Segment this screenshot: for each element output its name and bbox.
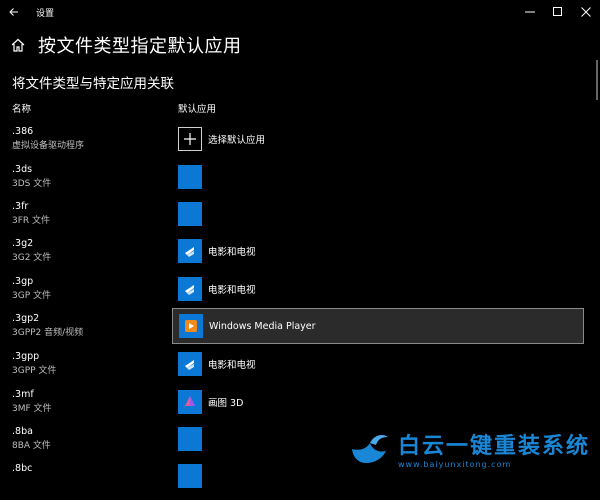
file-extension: .3gp2	[12, 313, 40, 324]
watermark-text: 白云一键重装系统	[397, 434, 590, 459]
default-app-button[interactable]	[178, 427, 202, 451]
file-extension: .3gp	[12, 276, 34, 287]
list-item: .3gpp 3GPP 文件 电影和电视	[0, 350, 600, 388]
default-app-button[interactable]: 画图 3D	[178, 390, 243, 414]
blank-app-icon	[178, 427, 202, 451]
window-title: 设置	[36, 8, 55, 19]
file-extension: .8ba	[12, 426, 33, 437]
watermark-url: www.baiyunxitong.com	[397, 460, 512, 469]
file-type-description: 3GP 文件	[12, 291, 51, 301]
file-type-description: 3GPP2 音频/视频	[12, 328, 84, 338]
column-header-default-app: 默认应用	[178, 104, 217, 115]
list-item: .386 虚拟设备驱动程序 选择默认应用	[0, 125, 600, 163]
back-arrow-icon	[9, 8, 18, 16]
movies-tv-icon	[178, 352, 202, 376]
movies-tv-icon	[178, 277, 202, 301]
app-label: Windows Media Player	[209, 320, 316, 332]
file-type-description: 3FR 文件	[12, 216, 51, 226]
file-type-description: 8BA 文件	[12, 441, 51, 451]
default-app-button[interactable]: 电影和电视	[178, 352, 256, 376]
list-item: .3fr 3FR 文件	[0, 200, 600, 238]
file-type-description: 3G2 文件	[12, 253, 52, 263]
app-label: 选择默认应用	[208, 135, 266, 146]
default-app-button[interactable]: 电影和电视	[178, 277, 256, 301]
list-item: .3gp2 3GPP2 音频/视频 Windows Media Player	[0, 308, 600, 350]
blank-app-icon	[178, 165, 202, 189]
close-icon	[581, 7, 591, 17]
file-type-description: 虚拟设备驱动程序	[12, 141, 85, 151]
list-item: .3g2 3G2 文件 电影和电视	[0, 237, 600, 275]
blank-app-icon	[178, 202, 202, 226]
default-app-button[interactable]	[178, 202, 202, 226]
file-extension: .3ds	[12, 164, 33, 175]
default-app-button-selected[interactable]: Windows Media Player	[172, 308, 584, 344]
bird-logo-icon	[351, 434, 388, 463]
minimize-icon	[525, 11, 535, 13]
file-type-description: 3GPP 文件	[12, 366, 57, 376]
file-extension: .3g2	[12, 238, 34, 249]
scrollbar[interactable]	[596, 60, 598, 100]
default-app-button[interactable]	[178, 464, 202, 488]
app-label: 画图 3D	[208, 398, 244, 409]
blank-app-icon	[178, 464, 202, 488]
file-extension: .8bc	[12, 463, 33, 474]
minimize-button[interactable]	[516, 0, 544, 24]
app-label: 电影和电视	[208, 285, 256, 296]
home-icon[interactable]	[10, 37, 26, 53]
media-player-icon	[179, 314, 203, 338]
default-app-button[interactable]: 电影和电视	[178, 239, 256, 263]
file-extension: .3mf	[12, 389, 34, 400]
paint3d-icon	[178, 390, 202, 414]
default-app-button[interactable]	[178, 165, 202, 189]
file-extension: .386	[12, 126, 34, 137]
file-extension: .3gpp	[12, 351, 40, 362]
maximize-icon	[553, 7, 562, 16]
list-item: .3mf 3MF 文件 画图 3D	[0, 388, 600, 426]
list-item: .3ds 3DS 文件	[0, 163, 600, 201]
choose-default-app-button[interactable]: 选择默认应用	[178, 127, 265, 151]
column-header-name: 名称	[12, 104, 32, 115]
maximize-button[interactable]	[544, 0, 572, 24]
page-header: 按文件类型指定默认应用	[10, 32, 242, 58]
page-title: 按文件类型指定默认应用	[38, 36, 242, 57]
section-subtitle: 将文件类型与特定应用关联	[12, 76, 174, 92]
close-button[interactable]	[572, 0, 600, 24]
file-type-description: 3MF 文件	[12, 404, 52, 414]
watermark: 白云一键重装系统 www.baiyunxitong.com	[348, 428, 590, 469]
back-button[interactable]	[2, 0, 26, 24]
title-bar: 设置	[0, 0, 600, 24]
movies-tv-icon	[178, 239, 202, 263]
file-type-description: 3DS 文件	[12, 179, 52, 189]
file-extension: .3fr	[12, 201, 29, 212]
app-label: 电影和电视	[208, 360, 256, 371]
app-label: 电影和电视	[208, 247, 256, 258]
plus-icon	[178, 127, 202, 151]
